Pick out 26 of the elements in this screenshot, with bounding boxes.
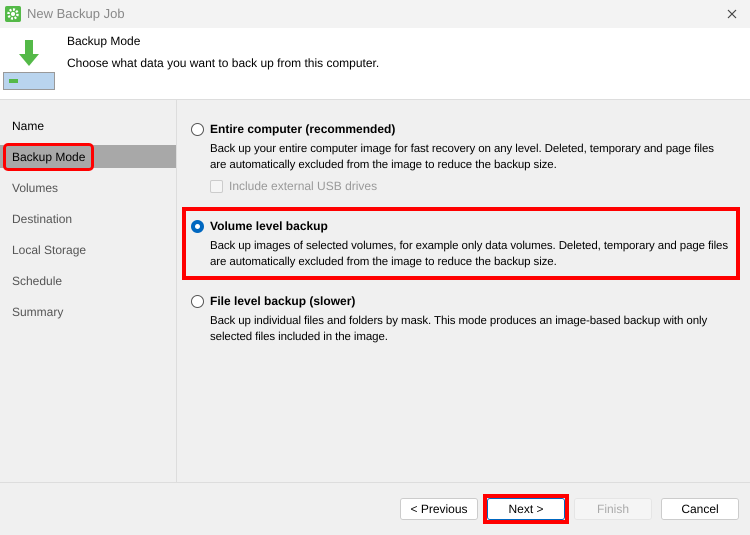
option-label: Volume level backup	[210, 218, 328, 235]
option-label: File level backup (slower)	[210, 293, 356, 310]
sidebar-item[interactable]: Name	[0, 114, 176, 137]
option-description: Back up individual files and folders by mask. This mode produces an image-based backup with only selected files included in the image.	[210, 314, 708, 345]
option-description: Back up images of selected volumes, for example only data volumes. Deleted, temporary and page files are automatically excluded from the image to reduce the backup size.	[210, 239, 730, 270]
page-title: Backup Mode	[67, 33, 142, 50]
checkbox-label: Include external USB drives	[229, 178, 378, 195]
dialog-button[interactable]: Next >	[487, 498, 565, 520]
gear-icon	[5, 6, 21, 22]
drive-icon	[3, 72, 55, 90]
window-title: New Backup Job	[27, 5, 125, 24]
dialog-button[interactable]: < Previous	[400, 498, 478, 520]
sidebar-item[interactable]: Summary	[0, 300, 176, 323]
radio-button[interactable]	[191, 294, 204, 308]
close-icon[interactable]	[727, 9, 737, 19]
dialog-button[interactable]: Cancel	[661, 498, 739, 520]
option-description: Back up your entire computer image for fast recovery on any level. Deleted, temporary and page files are automatically excluded from the image to reduce the backup size.	[210, 142, 715, 173]
option-label: Entire computer (recommended)	[210, 121, 396, 138]
page-subtitle: Choose what data you want to back up from this computer.	[67, 55, 380, 72]
sidebar-item[interactable]: Destination	[0, 207, 176, 230]
sidebar-item[interactable]: Backup Mode	[0, 145, 176, 168]
sidebar-item[interactable]: Schedule	[0, 269, 176, 292]
sidebar-item[interactable]: Local Storage	[0, 238, 176, 261]
radio-button[interactable]	[191, 122, 204, 136]
radio-button[interactable]	[191, 220, 204, 232]
sidebar-item[interactable]: Volumes	[0, 176, 176, 199]
